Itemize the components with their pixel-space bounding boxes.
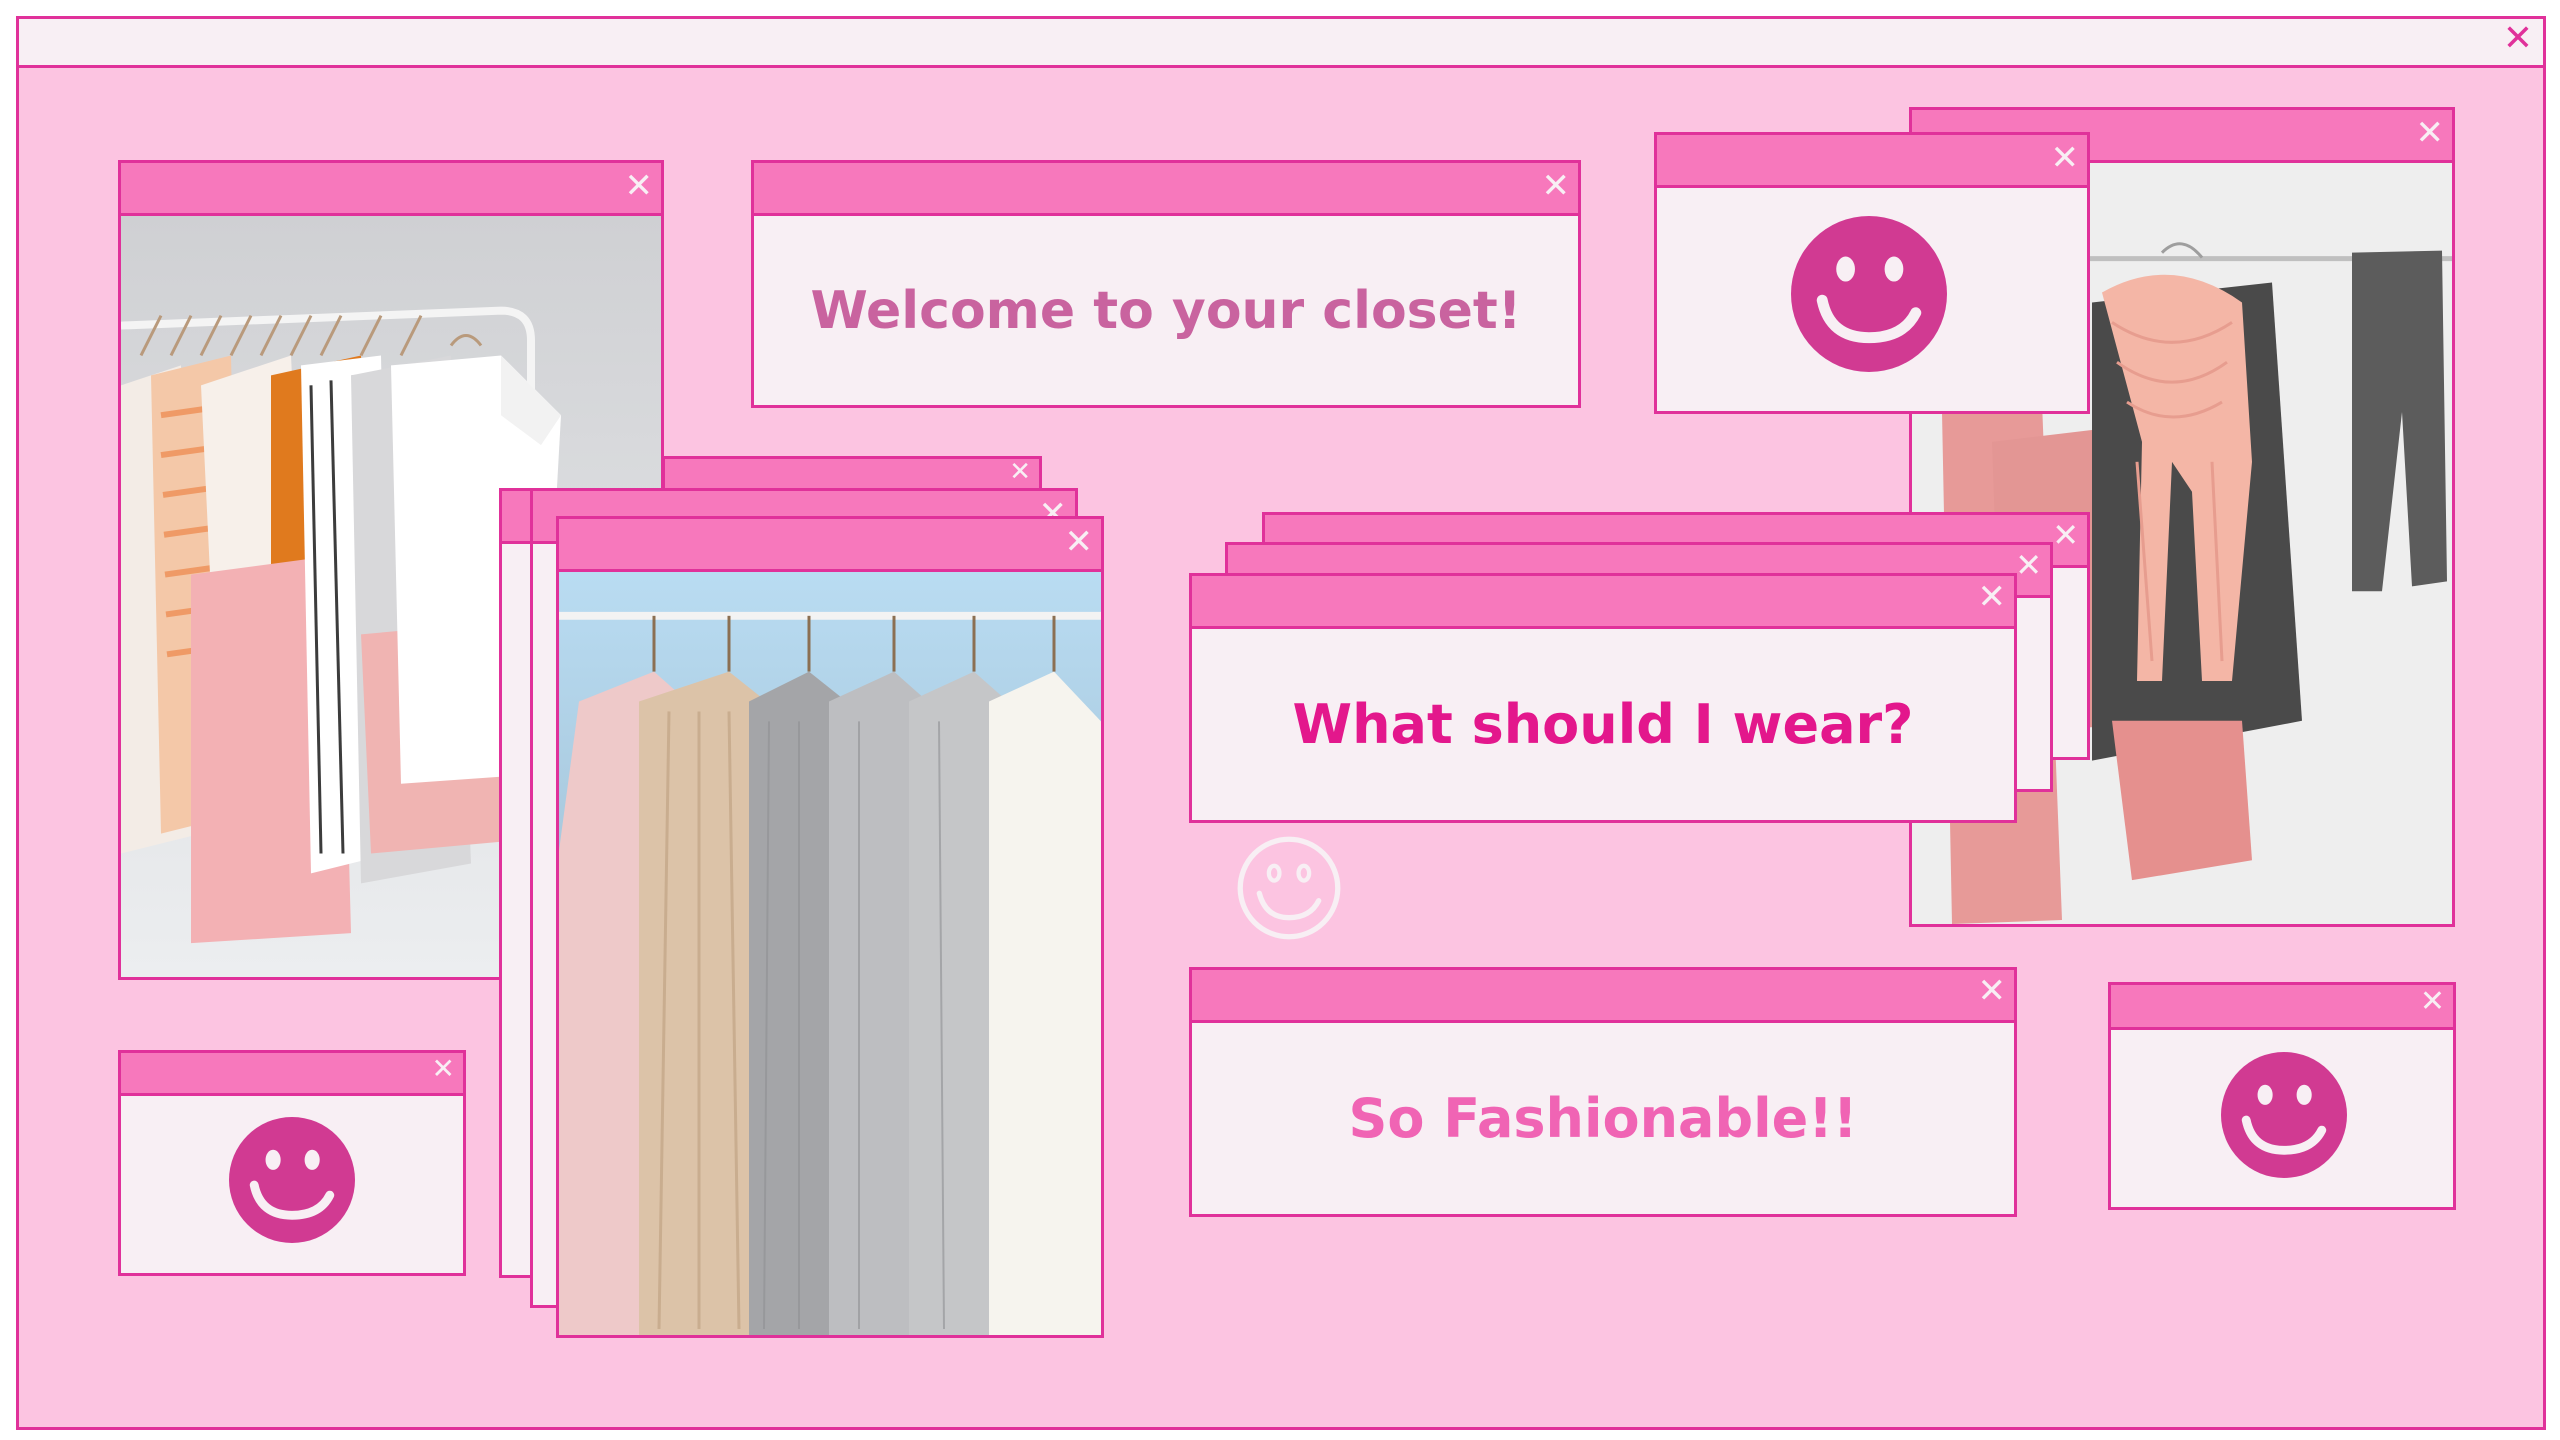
close-icon[interactable]: ✕: [2420, 987, 2445, 1017]
window-titlebar: ✕: [559, 519, 1101, 572]
fashion-message: So Fashionable!!: [1348, 1087, 1858, 1150]
close-icon[interactable]: ✕: [1065, 525, 1094, 559]
welcome-message: Welcome to your closet!: [810, 280, 1522, 341]
smiley-window-top: ✕: [1654, 132, 2090, 414]
window-titlebar: ✕: [121, 1053, 463, 1096]
smiley-face-icon: [2221, 1052, 2347, 1178]
close-icon[interactable]: ✕: [2416, 116, 2445, 150]
close-icon[interactable]: ✕: [1009, 459, 1031, 485]
smiley-outline-icon: [1237, 836, 1341, 940]
close-icon[interactable]: ✕: [1542, 169, 1571, 203]
welcome-window: ✕ Welcome to your closet!: [751, 160, 1581, 408]
close-icon[interactable]: ✕: [432, 1055, 455, 1083]
main-window-titlebar: ✕: [16, 16, 2546, 68]
window-titlebar: ✕: [1657, 135, 2087, 188]
window-titlebar: ✕: [754, 163, 1578, 216]
desktop-screen: ✕ ✕ ✕ Welcome to your closet! ✕ ✕ ✕ ✕ ✕ …: [0, 0, 2560, 1440]
window-titlebar: ✕: [2111, 985, 2453, 1030]
close-icon[interactable]: ✕: [2503, 21, 2533, 57]
smiley-window-bottom-left: ✕: [118, 1050, 466, 1276]
fashion-window: ✕ So Fashionable!!: [1189, 967, 2017, 1217]
close-icon[interactable]: ✕: [1978, 580, 2007, 614]
wear-window: ✕ What should I wear?: [1189, 573, 2017, 823]
smiley-window-bottom-right: ✕: [2108, 982, 2456, 1210]
close-icon[interactable]: ✕: [625, 169, 654, 203]
close-icon[interactable]: ✕: [2052, 519, 2079, 551]
window-titlebar: ✕: [121, 163, 661, 216]
close-icon[interactable]: ✕: [2015, 549, 2042, 581]
smiley-face-icon: [229, 1117, 355, 1243]
close-icon[interactable]: ✕: [2051, 141, 2080, 175]
sweaters-photo: [559, 572, 1101, 1335]
photo-window-sweaters: ✕: [556, 516, 1104, 1338]
smiley-face-icon: [1791, 216, 1947, 372]
window-titlebar: ✕: [1192, 576, 2014, 629]
window-titlebar: ✕: [1192, 970, 2014, 1023]
close-icon[interactable]: ✕: [1978, 974, 2007, 1008]
wear-message: What should I wear?: [1292, 693, 1914, 756]
